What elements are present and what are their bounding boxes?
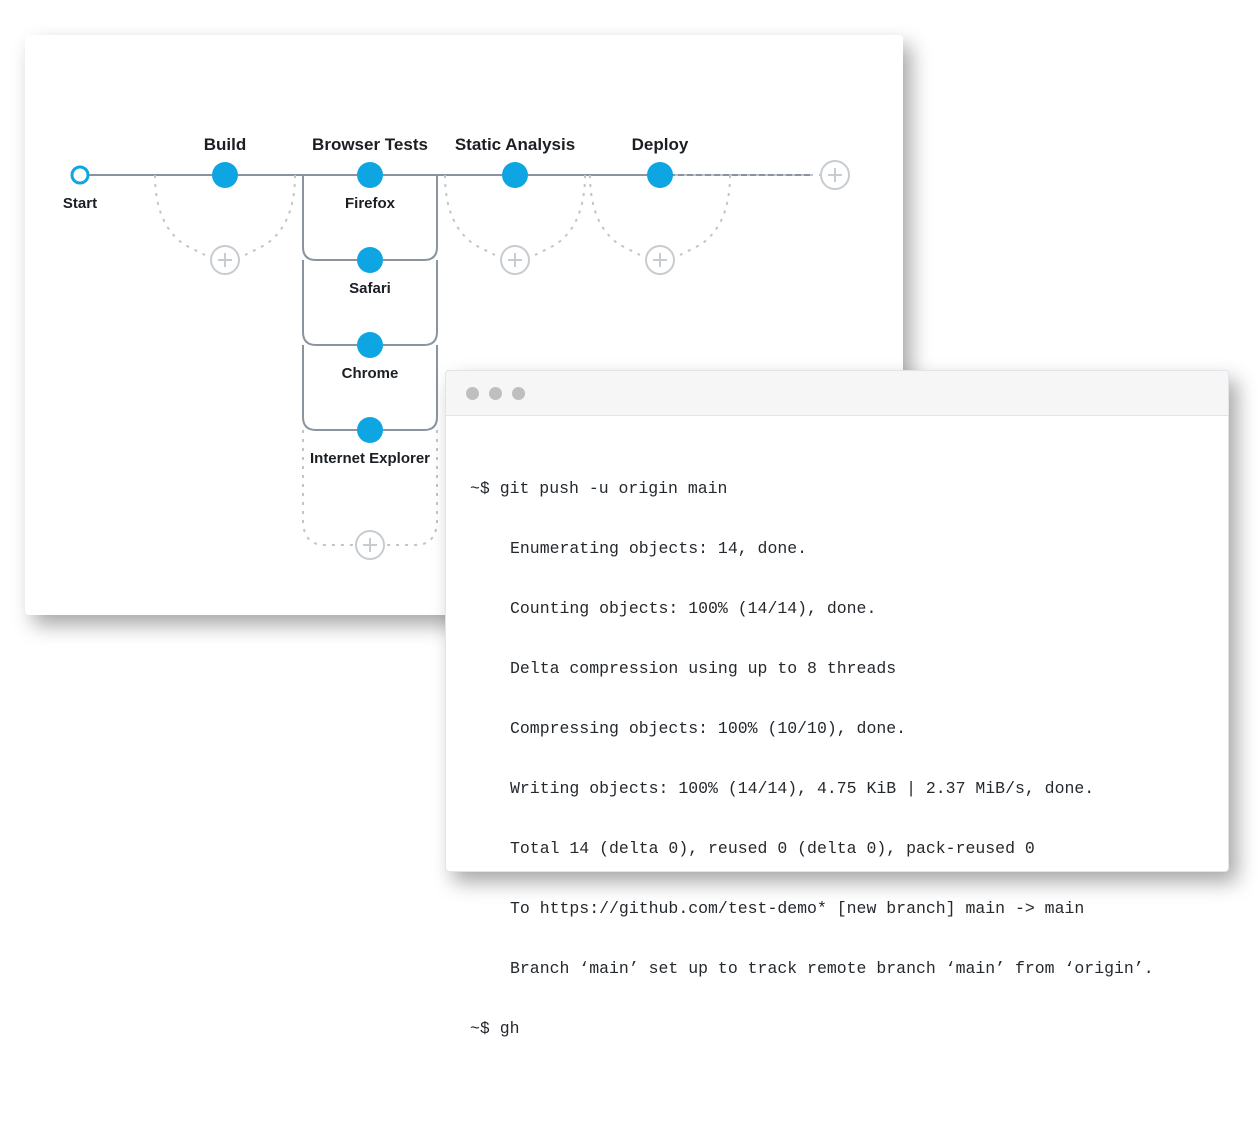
terminal-line: Compressing objects: 100% (10/10), done.	[470, 714, 1204, 744]
stage-title-static-analysis: Static Analysis	[455, 135, 575, 155]
stage-title-build: Build	[204, 135, 247, 155]
build-node[interactable]	[212, 162, 238, 188]
terminal-line: Enumerating objects: 14, done.	[470, 534, 1204, 564]
terminal-body: ~$ git push -u origin main Enumerating o…	[446, 416, 1228, 1132]
terminal-line: Writing objects: 100% (14/14), 4.75 KiB …	[470, 774, 1204, 804]
terminal-prompt-2: ~$ gh	[470, 1014, 1204, 1044]
start-node[interactable]	[72, 167, 88, 183]
window-dot-icon	[466, 387, 479, 400]
terminal-line: Total 14 (delta 0), reused 0 (delta 0), …	[470, 834, 1204, 864]
safari-label: Safari	[349, 280, 391, 297]
terminal-line: Counting objects: 100% (14/14), done.	[470, 594, 1204, 624]
terminal-prompt-1: ~$ git push -u origin main	[470, 474, 1204, 504]
browser-tests-node[interactable]	[357, 162, 383, 188]
firefox-label: Firefox	[345, 195, 395, 212]
deploy-node[interactable]	[647, 162, 673, 188]
window-dot-icon	[489, 387, 502, 400]
terminal-line: Branch ‘main’ set up to track remote bra…	[470, 954, 1204, 984]
safari-node[interactable]	[357, 247, 383, 273]
window-dot-icon	[512, 387, 525, 400]
stage-title-deploy: Deploy	[632, 135, 689, 155]
terminal-panel: ~$ git push -u origin main Enumerating o…	[445, 370, 1229, 872]
terminal-line: Delta compression using up to 8 threads	[470, 654, 1204, 684]
ie-node[interactable]	[357, 417, 383, 443]
static-analysis-node[interactable]	[502, 162, 528, 188]
chrome-node[interactable]	[357, 332, 383, 358]
start-label: Start	[63, 195, 97, 212]
chrome-label: Chrome	[342, 365, 399, 382]
terminal-header	[446, 371, 1228, 416]
terminal-line: To https://github.com/test-demo* [new br…	[470, 894, 1204, 924]
ie-label: Internet Explorer	[290, 450, 450, 467]
stage-title-browser-tests: Browser Tests	[312, 135, 428, 155]
